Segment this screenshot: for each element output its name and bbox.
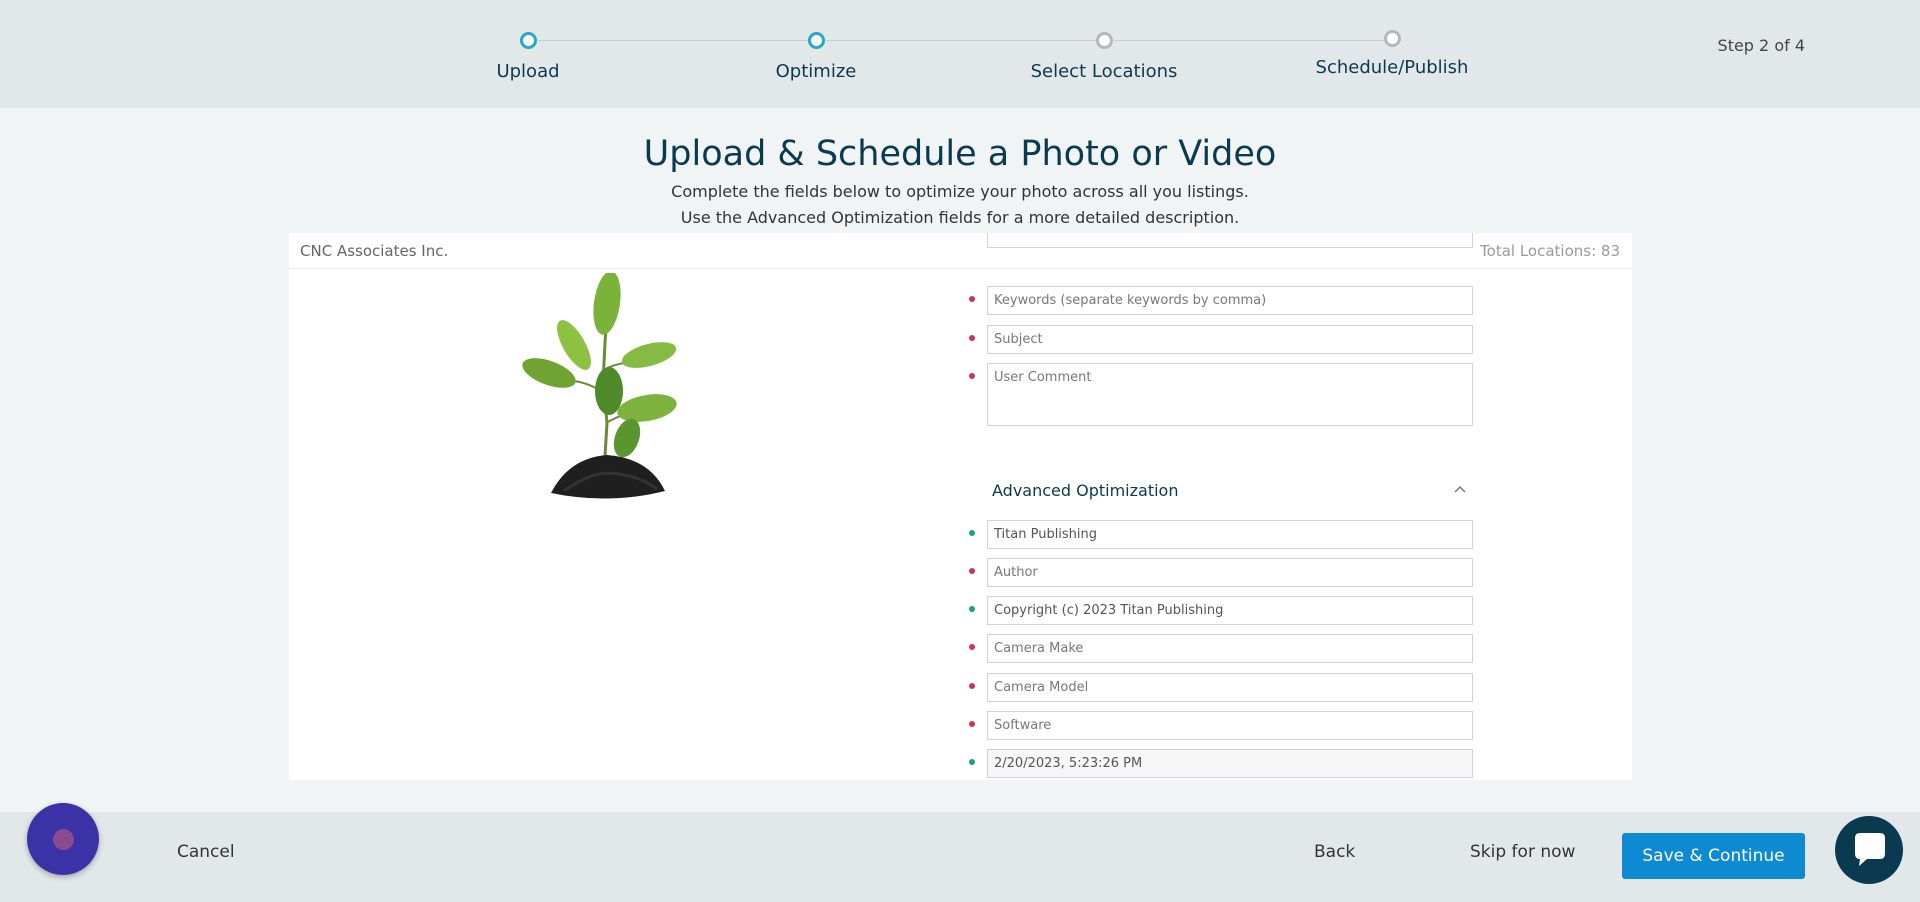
- organization-name: CNC Associates Inc.: [300, 242, 449, 260]
- scrolled-field[interactable]: [987, 233, 1473, 248]
- step-indicator: [519, 32, 537, 49]
- step-count: Step 2 of 4: [1717, 36, 1805, 55]
- page-title: Upload & Schedule a Photo or Video: [643, 134, 1277, 174]
- camera-model-row: [969, 673, 1473, 702]
- valid-indicator: [969, 759, 975, 765]
- step-label: Select Locations: [1030, 61, 1178, 82]
- step-label: Upload: [496, 61, 560, 82]
- required-indicator: [969, 296, 975, 302]
- uploaded-photo-preview: [522, 273, 677, 499]
- user-comment-row: [969, 363, 1473, 430]
- step-upload[interactable]: Upload: [408, 32, 648, 82]
- copyright-row: [969, 596, 1473, 625]
- copyright-input[interactable]: [987, 596, 1473, 625]
- subject-row: [969, 325, 1473, 354]
- page-subtitle-line1: Complete the fields below to optimize yo…: [671, 182, 1249, 201]
- chevron-up-icon[interactable]: [1454, 484, 1466, 496]
- advanced-optimization-title[interactable]: Advanced Optimization: [992, 481, 1178, 500]
- author-row: [969, 558, 1473, 587]
- camera-make-input[interactable]: [987, 634, 1473, 663]
- software-input[interactable]: [987, 711, 1473, 740]
- cancel-button[interactable]: Cancel: [177, 842, 235, 862]
- software-row: [969, 711, 1473, 740]
- back-button[interactable]: Back: [1314, 842, 1355, 862]
- step-optimize[interactable]: Optimize: [696, 32, 936, 82]
- step-indicator: [1383, 30, 1401, 47]
- step-indicator: [1095, 32, 1113, 49]
- footer-bar: Cancel Back Skip for now Save & Continue: [0, 812, 1920, 902]
- assistant-icon: [53, 829, 74, 850]
- step-label: Schedule/Publish: [1315, 57, 1469, 78]
- step-schedule-publish[interactable]: Schedule/Publish: [1272, 30, 1512, 78]
- step-label: Optimize: [775, 61, 857, 82]
- stepper-bar: Upload Optimize Select Locations Schedul…: [0, 0, 1920, 108]
- required-indicator: [969, 721, 975, 727]
- keywords-row: [969, 286, 1473, 315]
- optimize-card: CNC Associates Inc. Total Locations: 83 …: [289, 233, 1632, 780]
- page-subtitle-line2: Use the Advanced Optimization fields for…: [680, 208, 1240, 227]
- assistant-launcher-button[interactable]: [27, 803, 99, 875]
- chat-bubble-icon: [1855, 833, 1885, 866]
- scrolled-field-input[interactable]: [987, 233, 1473, 248]
- author-input[interactable]: [987, 558, 1473, 587]
- required-indicator: [969, 683, 975, 689]
- valid-indicator: [969, 530, 975, 536]
- required-indicator: [969, 335, 975, 341]
- required-indicator: [969, 373, 975, 379]
- datetime-input: [987, 749, 1473, 778]
- step-select-locations[interactable]: Select Locations: [984, 32, 1224, 82]
- keywords-input[interactable]: [987, 286, 1473, 315]
- required-indicator: [969, 644, 975, 650]
- chat-launcher-button[interactable]: [1835, 816, 1903, 884]
- datetime-row: [969, 749, 1473, 778]
- skip-button[interactable]: Skip for now: [1470, 842, 1575, 862]
- user-comment-textarea[interactable]: [987, 363, 1473, 426]
- subject-input[interactable]: [987, 325, 1473, 354]
- required-indicator: [969, 568, 975, 574]
- camera-model-input[interactable]: [987, 673, 1473, 702]
- camera-make-row: [969, 634, 1473, 663]
- publisher-input[interactable]: [987, 520, 1473, 549]
- step-indicator: [807, 32, 825, 49]
- total-locations: Total Locations: 83: [1480, 242, 1620, 260]
- valid-indicator: [969, 606, 975, 612]
- publisher-row: [969, 520, 1473, 549]
- save-continue-button[interactable]: Save & Continue: [1622, 833, 1805, 879]
